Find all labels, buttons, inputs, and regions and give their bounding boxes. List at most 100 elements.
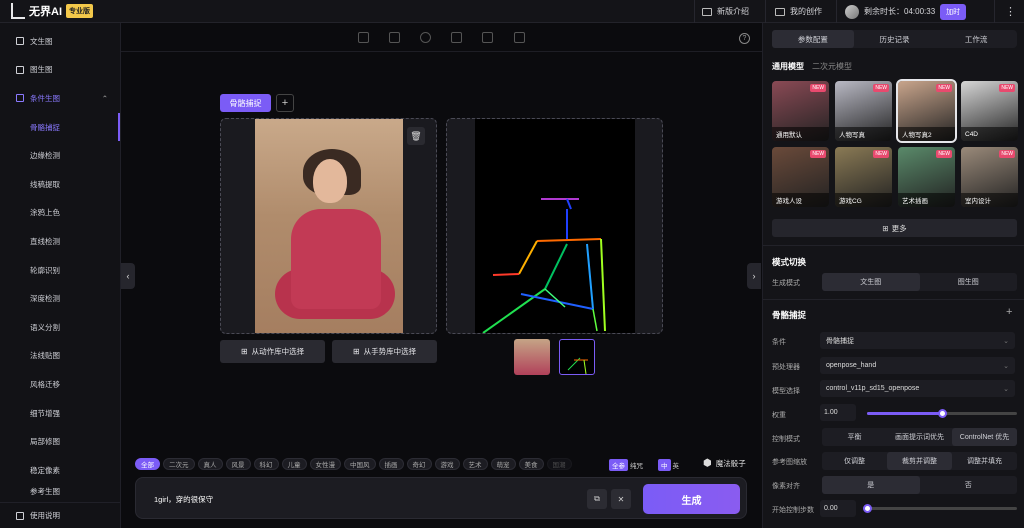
tag-chip[interactable]: 女性漫 (309, 458, 341, 470)
fullscreen-icon[interactable] (482, 32, 493, 43)
copy-icon[interactable]: ⧉ (587, 489, 607, 509)
pixel-align-no[interactable]: 否 (920, 476, 1018, 494)
logo[interactable]: 无界AI 专业版 (11, 3, 93, 19)
tab-history[interactable]: 历史记录 (854, 30, 936, 48)
model-card[interactable]: NEW 人物写真 (835, 81, 892, 141)
tab-workflow[interactable]: 工作流 (935, 30, 1017, 48)
clear-icon[interactable]: ✕ (611, 489, 631, 509)
mode-img2img[interactable]: 图生图 (920, 273, 1018, 291)
sidebar-subitem[interactable]: 语义分割 (0, 313, 120, 342)
mode-text2img[interactable]: 文生图 (822, 273, 920, 291)
sidebar-item-img2img[interactable]: 图生图 (0, 56, 120, 85)
sidebar-subitem[interactable]: 边缘检测 (0, 141, 120, 170)
sidebar-subitem[interactable]: 轮廓识别 (0, 256, 120, 285)
start-step-input[interactable]: 0.00 (820, 500, 856, 517)
tag-chip[interactable]: 全部 (135, 458, 160, 470)
hand-icon[interactable] (451, 32, 462, 43)
sidebar-item-text2img[interactable]: 文生图 (0, 27, 120, 56)
sidebar-subitem-pose[interactable]: 骨骼捕捉 (0, 112, 120, 142)
sidebar-subitem[interactable]: 风格迁移 (0, 370, 120, 399)
tag-chip[interactable]: 艺术 (462, 458, 488, 470)
sidebar-subitem[interactable]: 稳定像素 (0, 456, 120, 485)
magic-dice-button[interactable]: ⬢ 魔法骰子 (703, 458, 746, 469)
start-step-slider[interactable] (863, 504, 1017, 513)
sidebar-item-condition[interactable]: 条件生图 ⌃ (0, 84, 120, 113)
export-icon[interactable] (514, 32, 525, 43)
ref-resize-only[interactable]: 仅调整 (822, 452, 887, 470)
sidebar-subitem[interactable]: 参考生图 (0, 485, 120, 499)
language-toggle[interactable]: 中 英 (658, 459, 679, 471)
lang-zh[interactable]: 中 (658, 459, 671, 471)
thumbnail-pose[interactable] (559, 339, 595, 375)
prompt-input[interactable]: 1girl，穿的很保守 (154, 494, 213, 505)
sidebar-subitem[interactable]: 涂鸦上色 (0, 199, 120, 228)
preprocessor-select[interactable]: openpose_hand ⌄ (820, 357, 1015, 374)
sidebar-subitem[interactable]: 局部修图 (0, 427, 120, 456)
model-card[interactable]: NEW 艺术插画 (898, 147, 955, 207)
ref-resize-fill[interactable]: 调整并填充 (952, 452, 1017, 470)
sidebar-subitem[interactable]: 细节增强 (0, 399, 120, 428)
sidebar-subitem[interactable]: 深度检测 (0, 284, 120, 313)
face-icon[interactable] (420, 32, 431, 43)
tag-chip[interactable]: 儿童 (281, 458, 307, 470)
tab-pose-capture[interactable]: 骨骼捕捉 (220, 94, 271, 112)
my-creations-link[interactable]: 我的创作 (775, 0, 822, 23)
sidebar-subitem[interactable]: 法线贴图 (0, 342, 120, 371)
tag-chip[interactable]: 科幻 (253, 458, 279, 470)
collapse-left-icon[interactable]: ‹ (121, 263, 135, 289)
choose-from-action-library-button[interactable]: ⊞ 从动作库中选择 (220, 340, 325, 363)
save-icon[interactable] (389, 32, 400, 43)
control-controlnet-priority[interactable]: ControlNet 优先 (952, 428, 1017, 446)
collapse-right-icon[interactable]: › (747, 263, 761, 289)
control-prompt-priority[interactable]: 画面提示词优先 (887, 428, 952, 446)
user-area[interactable]: 剩余时长：04:00:33 加时 (845, 0, 967, 23)
model-card[interactable]: NEW C4D (961, 81, 1018, 141)
model-select[interactable]: control_v11p_sd15_openpose ⌄ (820, 380, 1015, 397)
tab-params[interactable]: 参数配置 (772, 30, 854, 48)
tag-chip[interactable]: 中国风 (344, 458, 376, 470)
lang-en[interactable]: 英 (673, 460, 680, 470)
tag-chip[interactable]: 真人 (197, 458, 223, 470)
mode-pure[interactable]: 纯咒 (630, 460, 643, 470)
ref-crop-resize[interactable]: 裁剪并调整 (887, 452, 952, 470)
model-card[interactable]: NEW 人物写真2 (896, 79, 957, 143)
model-card[interactable]: NEW 室内设计 (961, 147, 1018, 207)
sidebar-subitem[interactable]: 线稿提取 (0, 170, 120, 199)
control-balanced[interactable]: 平衡 (822, 428, 887, 446)
tag-chip[interactable]: 萌宠 (490, 458, 516, 470)
model-card[interactable]: NEW 通用默认 (772, 81, 829, 141)
add-tab-button[interactable]: + (276, 94, 294, 112)
more-menu-icon[interactable]: ⋮ (1005, 0, 1016, 23)
source-image-panel[interactable]: 🗑 (220, 118, 437, 334)
generate-button[interactable]: 生成 (643, 484, 740, 514)
help-icon[interactable]: ? (739, 33, 750, 44)
tab-anime-model[interactable]: 二次元模型 (812, 61, 852, 72)
tag-chip[interactable]: 游戏 (434, 458, 460, 470)
model-card[interactable]: NEW 游戏CG (835, 147, 892, 207)
start-knob[interactable] (863, 504, 872, 513)
weight-knob[interactable] (938, 409, 947, 418)
pixel-align-yes[interactable]: 是 (822, 476, 920, 494)
condition-select[interactable]: 骨骼捕捉 ⌄ (820, 332, 1015, 349)
choose-from-gesture-library-button[interactable]: ⊞ 从手势库中选择 (332, 340, 437, 363)
undo-icon[interactable] (358, 32, 369, 43)
prompt-mode-toggle[interactable]: 全参 纯咒 (609, 459, 643, 471)
mode-full[interactable]: 全参 (609, 459, 628, 471)
tab-general-model[interactable]: 通用模型 (772, 61, 804, 72)
model-card[interactable]: NEW 游戏人设 (772, 147, 829, 207)
tag-chip[interactable]: 风景 (225, 458, 251, 470)
more-models-button[interactable]: ⊞ 更多 (772, 219, 1017, 237)
tag-chip[interactable]: 二次元 (163, 458, 195, 470)
delete-icon[interactable]: 🗑 (407, 127, 425, 145)
tag-chip[interactable]: 奇幻 (406, 458, 432, 470)
new-intro-link[interactable]: 新版介绍 (702, 0, 749, 23)
add-control-icon[interactable]: + (1006, 306, 1012, 318)
weight-slider[interactable] (867, 409, 1017, 418)
add-time-button[interactable]: 加时 (940, 3, 967, 20)
tag-chip[interactable]: 国潮 (546, 458, 572, 470)
avatar[interactable] (845, 4, 859, 19)
tag-chip[interactable]: 美食 (518, 458, 544, 470)
weight-input[interactable]: 1.00 (820, 404, 856, 421)
thumbnail-source[interactable] (514, 339, 550, 375)
sidebar-subitem[interactable]: 直线检测 (0, 227, 120, 256)
